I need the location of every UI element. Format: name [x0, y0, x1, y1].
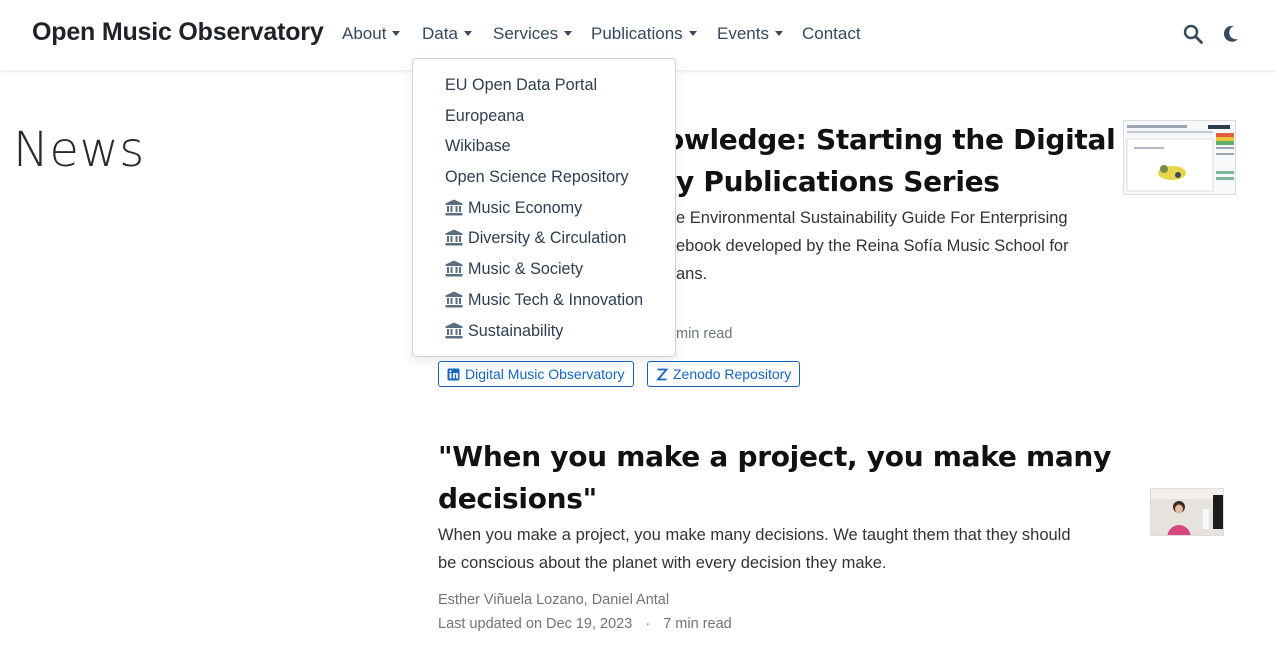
dropdown-item-open-science-repository[interactable]: Open Science Repository — [445, 168, 629, 187]
article-thumbnail[interactable] — [1150, 488, 1224, 536]
article-meta: Last updated on Dec 19, 2023 · 7 min rea… — [438, 616, 732, 632]
caret-down-icon — [688, 31, 697, 36]
zenodo-icon — [656, 368, 668, 381]
dropdown-item-music-economy[interactable]: Music Economy — [445, 199, 582, 218]
read-time: min read — [676, 326, 733, 342]
article-summary-line: be conscious about the planet with every… — [438, 554, 887, 572]
dropdown-item-wikibase[interactable]: Wikibase — [445, 137, 511, 156]
article-title[interactable]: owledge: Starting the Digital — [665, 119, 1116, 161]
nav-item-label: Events — [717, 24, 769, 43]
linkedin-icon — [447, 368, 460, 381]
article-summary-line: e Environmental Sustainability Guide For… — [676, 209, 1068, 227]
bank-icon — [445, 229, 463, 246]
digital-music-observatory-button[interactable]: Digital Music Observatory — [438, 361, 634, 387]
page-title: News — [13, 122, 145, 178]
dropdown-item-label: Music Tech & Innovation — [468, 291, 644, 309]
thumbnail-image — [1151, 489, 1223, 535]
tag-label: Zenodo Repository — [673, 366, 792, 382]
nav-item-label: Contact — [802, 24, 861, 43]
caret-down-icon — [463, 31, 472, 36]
nav-item-label: Services — [493, 24, 559, 43]
nav-item-contact[interactable]: Contact — [802, 24, 861, 44]
article-summary-line: When you make a project, you make many d… — [438, 526, 1071, 544]
thumbnail-image — [1124, 121, 1235, 194]
nav-item-publications[interactable]: Publications — [591, 24, 697, 44]
dropdown-item-diversity-circulation[interactable]: Diversity & Circulation — [445, 229, 626, 248]
article-title-line2[interactable]: decisions" — [438, 478, 597, 520]
data-dropdown-menu: EU Open Data Portal Europeana Wikibase O… — [412, 58, 676, 357]
dropdown-item-music-tech-innovation[interactable]: Music Tech & Innovation — [445, 291, 643, 310]
last-updated: Last updated on Dec 19, 2023 — [438, 616, 633, 632]
bank-icon — [445, 260, 463, 277]
article-thumbnail[interactable] — [1123, 120, 1236, 195]
nav-item-label: Publications — [591, 24, 683, 43]
dropdown-item-label: Music Economy — [468, 199, 583, 217]
caret-down-icon — [392, 31, 401, 36]
dropdown-item-eu-open-data-portal[interactable]: EU Open Data Portal — [445, 76, 597, 95]
read-time: 7 min read — [663, 616, 732, 632]
dropdown-item-europeana[interactable]: Europeana — [445, 107, 524, 126]
nav-item-label: Data — [422, 24, 458, 43]
dropdown-item-music-society[interactable]: Music & Society — [445, 260, 583, 279]
dropdown-item-label: Diversity & Circulation — [468, 229, 627, 247]
meta-separator: · — [645, 616, 651, 632]
moon-icon[interactable] — [1221, 24, 1241, 44]
dropdown-item-label: EU Open Data Portal — [445, 76, 598, 94]
article-title-line2[interactable]: y Publications Series — [676, 161, 1000, 203]
dropdown-item-label: Wikibase — [445, 137, 511, 155]
caret-down-icon — [564, 31, 573, 36]
article-summary-line: ans. — [676, 265, 708, 283]
nav-item-data[interactable]: Data — [422, 24, 472, 44]
article-title[interactable]: "When you make a project, you make many — [438, 436, 1111, 478]
nav-item-about[interactable]: About — [342, 24, 401, 44]
dropdown-item-label: Open Science Repository — [445, 168, 629, 186]
nav-item-events[interactable]: Events — [717, 24, 783, 44]
bank-icon — [445, 322, 463, 339]
bank-icon — [445, 291, 463, 308]
site-brand[interactable]: Open Music Observatory — [32, 18, 324, 47]
zenodo-repository-button[interactable]: Zenodo Repository — [647, 361, 801, 387]
dropdown-item-label: Music & Society — [468, 260, 584, 278]
nav-item-label: About — [342, 24, 387, 43]
nav-item-services[interactable]: Services — [493, 24, 573, 44]
dropdown-item-label: Europeana — [445, 107, 525, 125]
article-summary-line: ebook developed by the Reina Sofía Music… — [676, 237, 1069, 255]
dropdown-item-sustainability[interactable]: Sustainability — [445, 322, 563, 341]
tag-label: Digital Music Observatory — [465, 366, 625, 382]
dropdown-item-label: Sustainability — [468, 322, 564, 340]
article-authors[interactable]: Esther Viñuela Lozano, Daniel Antal — [438, 592, 669, 608]
bank-icon — [445, 199, 463, 216]
caret-down-icon — [774, 31, 783, 36]
search-icon[interactable] — [1183, 24, 1203, 44]
